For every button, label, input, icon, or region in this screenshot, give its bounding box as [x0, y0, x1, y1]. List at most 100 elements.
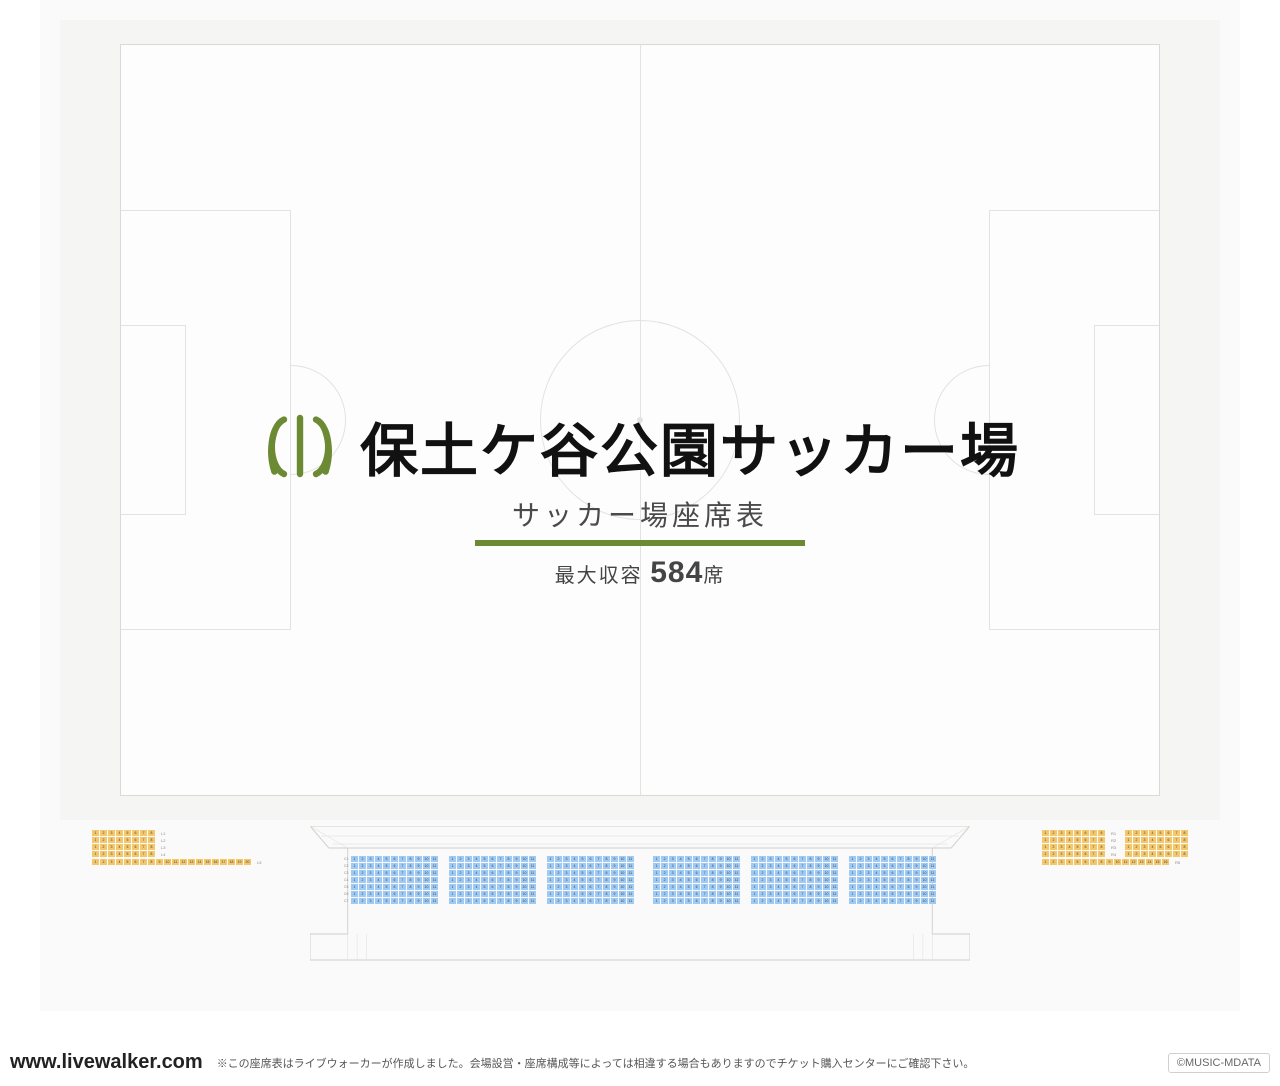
- seat[interactable]: 6: [132, 859, 139, 865]
- seat[interactable]: 2: [1050, 851, 1057, 857]
- seat[interactable]: 5: [685, 856, 692, 862]
- seat[interactable]: 3: [465, 877, 472, 883]
- seat[interactable]: 4: [375, 856, 382, 862]
- seat[interactable]: 1: [1042, 851, 1049, 857]
- seat[interactable]: 6: [391, 863, 398, 869]
- seat[interactable]: 6: [587, 884, 594, 890]
- seat[interactable]: 3: [367, 870, 374, 876]
- seat[interactable]: 3: [108, 830, 115, 836]
- seat[interactable]: 9: [717, 856, 724, 862]
- seat[interactable]: 11: [627, 877, 634, 883]
- seat[interactable]: 12: [180, 859, 187, 865]
- seat[interactable]: 8: [148, 851, 155, 857]
- seat[interactable]: 3: [465, 884, 472, 890]
- seat[interactable]: 11: [431, 863, 438, 869]
- seat[interactable]: 2: [100, 851, 107, 857]
- seat[interactable]: 6: [391, 898, 398, 904]
- seat[interactable]: 10: [725, 898, 732, 904]
- seat[interactable]: 4: [375, 891, 382, 897]
- seat[interactable]: 8: [603, 877, 610, 883]
- seat[interactable]: 1: [449, 856, 456, 862]
- seat[interactable]: 10: [423, 891, 430, 897]
- seat[interactable]: 1: [449, 877, 456, 883]
- seat[interactable]: 3: [865, 856, 872, 862]
- seat[interactable]: 5: [685, 884, 692, 890]
- seat[interactable]: 7: [799, 870, 806, 876]
- seat[interactable]: 5: [124, 837, 131, 843]
- seat[interactable]: 7: [1090, 830, 1097, 836]
- seat[interactable]: 3: [465, 891, 472, 897]
- seat[interactable]: 11: [627, 898, 634, 904]
- seat[interactable]: 7: [595, 877, 602, 883]
- seat[interactable]: 9: [913, 870, 920, 876]
- seat[interactable]: 11: [733, 877, 740, 883]
- seat[interactable]: 9: [611, 884, 618, 890]
- seat[interactable]: 2: [1133, 830, 1140, 836]
- seat[interactable]: 4: [375, 898, 382, 904]
- seat[interactable]: 1: [653, 870, 660, 876]
- seat[interactable]: 6: [1165, 851, 1172, 857]
- seat[interactable]: 4: [677, 870, 684, 876]
- seat[interactable]: 6: [1082, 851, 1089, 857]
- seat[interactable]: 10: [521, 856, 528, 862]
- seat[interactable]: 1: [351, 891, 358, 897]
- seat[interactable]: 6: [889, 863, 896, 869]
- seat[interactable]: 2: [359, 856, 366, 862]
- seat[interactable]: 1: [351, 856, 358, 862]
- seat[interactable]: 7: [897, 891, 904, 897]
- seat[interactable]: 7: [897, 884, 904, 890]
- seat[interactable]: 6: [391, 856, 398, 862]
- seat[interactable]: 11: [627, 856, 634, 862]
- seat[interactable]: 10: [423, 870, 430, 876]
- seat[interactable]: 6: [791, 898, 798, 904]
- seat[interactable]: 8: [709, 898, 716, 904]
- seat[interactable]: 9: [513, 891, 520, 897]
- seat[interactable]: 7: [595, 856, 602, 862]
- seat[interactable]: 6: [1165, 830, 1172, 836]
- seat[interactable]: 9: [156, 859, 163, 865]
- seat[interactable]: 4: [571, 856, 578, 862]
- seat[interactable]: 11: [431, 856, 438, 862]
- seat[interactable]: 3: [367, 891, 374, 897]
- seat[interactable]: 7: [1090, 851, 1097, 857]
- seat[interactable]: 7: [140, 830, 147, 836]
- seat[interactable]: 8: [148, 837, 155, 843]
- seat[interactable]: 5: [481, 891, 488, 897]
- seat[interactable]: 9: [611, 898, 618, 904]
- seat[interactable]: 2: [1050, 830, 1057, 836]
- seat[interactable]: 10: [823, 898, 830, 904]
- seat[interactable]: 9: [415, 898, 422, 904]
- seat[interactable]: 11: [431, 870, 438, 876]
- seat[interactable]: 2: [857, 877, 864, 883]
- seat[interactable]: 6: [489, 891, 496, 897]
- seat[interactable]: 10: [164, 859, 171, 865]
- seat[interactable]: 7: [399, 863, 406, 869]
- seat[interactable]: 5: [783, 898, 790, 904]
- seat[interactable]: 10: [521, 891, 528, 897]
- seat[interactable]: 1: [449, 891, 456, 897]
- seat[interactable]: 7: [701, 870, 708, 876]
- seat[interactable]: 2: [661, 856, 668, 862]
- seat[interactable]: 10: [823, 891, 830, 897]
- seat[interactable]: 2: [359, 898, 366, 904]
- seat[interactable]: 9: [611, 863, 618, 869]
- seat[interactable]: 1: [751, 870, 758, 876]
- seat[interactable]: 6: [693, 856, 700, 862]
- seat[interactable]: 3: [108, 844, 115, 850]
- seat[interactable]: 11: [627, 870, 634, 876]
- seat[interactable]: 1: [653, 856, 660, 862]
- seat[interactable]: 2: [359, 884, 366, 890]
- seat[interactable]: 4: [775, 870, 782, 876]
- seat[interactable]: 11: [733, 870, 740, 876]
- seat[interactable]: 5: [124, 830, 131, 836]
- seat[interactable]: 15: [204, 859, 211, 865]
- seat[interactable]: 4: [1149, 837, 1156, 843]
- seat[interactable]: 11: [929, 877, 936, 883]
- seat[interactable]: 1: [351, 877, 358, 883]
- seat[interactable]: 6: [489, 863, 496, 869]
- seat[interactable]: 6: [391, 884, 398, 890]
- seat[interactable]: 5: [881, 863, 888, 869]
- seat[interactable]: 4: [775, 877, 782, 883]
- seat[interactable]: 10: [619, 877, 626, 883]
- seat[interactable]: 3: [1141, 830, 1148, 836]
